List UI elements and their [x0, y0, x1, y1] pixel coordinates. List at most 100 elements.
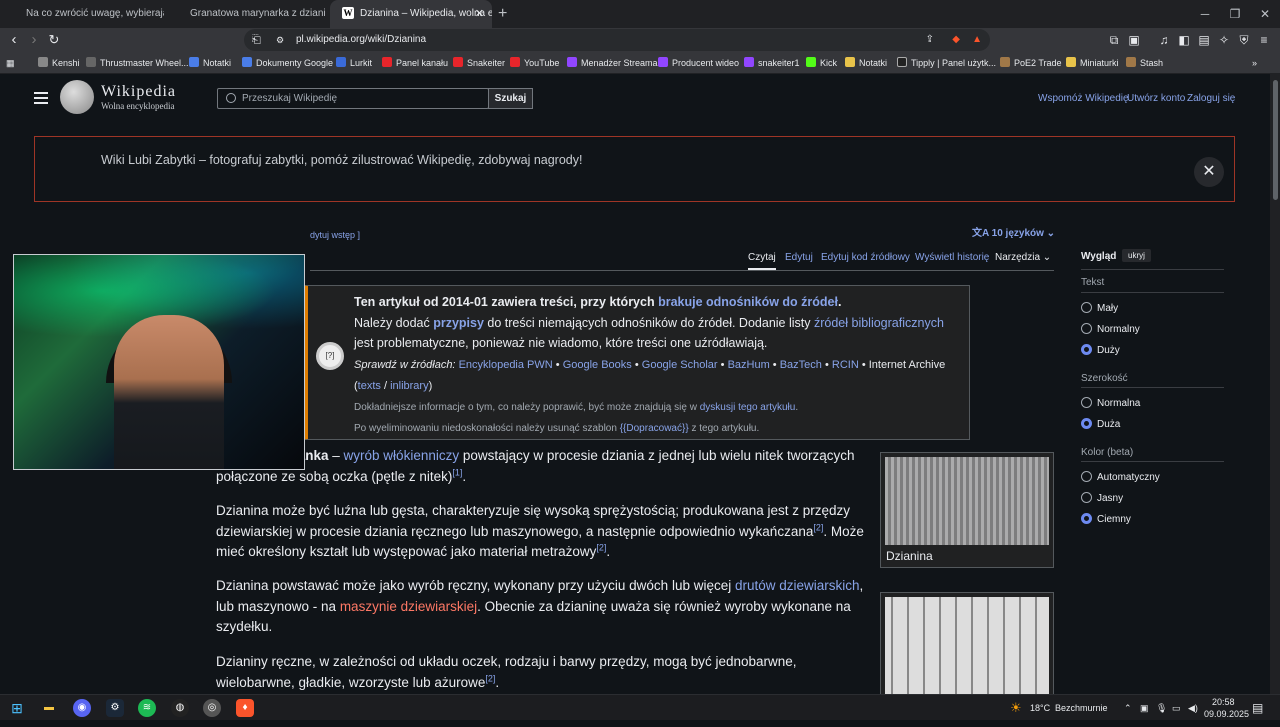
bibliography-link[interactable]: źródeł bibliograficznych [814, 316, 944, 330]
weather-icon[interactable]: ☀ [1010, 695, 1022, 721]
bookmark-item[interactable]: snakeiter1 [744, 52, 800, 74]
knit-stitch-diagram[interactable] [885, 597, 1049, 694]
tab-edit[interactable]: Edytuj [785, 252, 813, 263]
close-window-icon[interactable]: ✕ [1248, 0, 1280, 28]
bookmark-item[interactable]: Kick [806, 52, 837, 74]
radio-text-normal[interactable] [1081, 323, 1092, 334]
obs-icon[interactable]: ◍ [171, 699, 189, 717]
brave-rewards-icon[interactable]: ▲ [972, 29, 982, 51]
volume-icon[interactable]: ◀) [1188, 695, 1198, 721]
minimize-icon[interactable]: ─ [1188, 0, 1222, 28]
weather-desc[interactable]: Bezchmurnie [1055, 695, 1108, 721]
banner-text[interactable]: Wiki Lubi Zabytki – fotografuj zabytki, … [101, 153, 582, 167]
template-link[interactable]: {{Dopracować}} [620, 423, 689, 434]
sidebar-icon[interactable]: ◧ [1176, 32, 1192, 48]
source-link[interactable]: Google Scholar [642, 359, 718, 371]
bookmark-item[interactable]: Producent wideo [658, 52, 739, 74]
bookmark-item[interactable]: Kenshi [38, 52, 80, 74]
leo-icon[interactable]: ✧ [1216, 32, 1232, 48]
site-info-icon[interactable]: ⚙ [276, 29, 284, 51]
radio-text-large[interactable] [1081, 344, 1092, 355]
languages-button[interactable]: 文A 10 języków ⌄ [972, 224, 1055, 239]
source-link[interactable]: Encyklopedia PWN [459, 359, 553, 371]
reload-icon[interactable]: ↻ [44, 28, 64, 52]
brave-icon[interactable]: ♦ [236, 699, 254, 717]
radio-color-light[interactable] [1081, 492, 1092, 503]
wikipedia-logo[interactable] [60, 80, 94, 114]
talk-page-link[interactable]: dyskusji tego artykułu [700, 402, 796, 413]
menu-icon[interactable]: ≡ [1256, 32, 1272, 48]
redlink[interactable]: maszynie dziewiarskiej [340, 599, 477, 614]
bookmark-item[interactable]: Notatki [845, 52, 887, 74]
bookmark-item[interactable]: Lurkit [336, 52, 372, 74]
bookmark-item[interactable]: Menadżer Streama [567, 52, 658, 74]
source-link[interactable]: Google Books [563, 359, 632, 371]
inlibrary-link[interactable]: inlibrary [390, 380, 429, 392]
network-icon[interactable]: ▭ [1172, 695, 1181, 721]
infobox-image[interactable]: Dzianina [880, 452, 1054, 568]
steam-icon[interactable]: ⚙ [106, 699, 124, 717]
spotify-icon[interactable]: ≋ [138, 699, 156, 717]
new-tab-button[interactable]: + [498, 0, 507, 28]
search-input[interactable]: Przeszukaj Wikipedię [217, 88, 489, 109]
tab-edit-source[interactable]: Edytuj kod źródłowy [821, 252, 910, 263]
tab-history[interactable]: Wyświetl historię [915, 252, 989, 263]
bookmark-item[interactable]: Snakeiter [453, 52, 505, 74]
search-button[interactable]: Szukaj [488, 88, 533, 109]
create-account-link[interactable]: Utwórz konto [1127, 93, 1185, 104]
tab-read[interactable]: Czytaj [748, 252, 776, 270]
screenshot-icon[interactable]: ▣ [1126, 32, 1142, 48]
main-menu-icon[interactable] [34, 92, 48, 94]
address-bar[interactable]: ⎗ ⚙ pl.wikipedia.org/wiki/Dzianina ⇪ ◆ ▲ [244, 29, 990, 51]
radio-width-normal[interactable] [1081, 397, 1092, 408]
reference-link[interactable]: [2] [813, 522, 823, 532]
reference-link[interactable]: [2] [485, 673, 495, 683]
edit-intro-link[interactable]: dytuj wstęp ] [310, 230, 360, 240]
radio-color-auto[interactable] [1081, 471, 1092, 482]
maximize-icon[interactable]: ❐ [1218, 0, 1252, 28]
notifications-icon[interactable]: ▤ [1252, 695, 1263, 721]
browser-tab-2[interactable]: Granatowa marynarka z dzianiny 01 | [178, 0, 326, 28]
file-explorer-icon[interactable]: ▬ [40, 699, 58, 717]
site-title[interactable]: Wikipedia [101, 83, 176, 101]
more-bookmarks-icon[interactable]: » [1252, 52, 1257, 74]
add-footnotes-link[interactable]: przypisy [433, 316, 484, 330]
extensions-icon[interactable]: ⧉ [1106, 32, 1122, 48]
bookmark-item[interactable]: Thrustmaster Wheel... [86, 52, 189, 74]
forward-icon[interactable]: › [24, 28, 44, 52]
bookmark-item[interactable]: Stash [1126, 52, 1163, 74]
radio-text-small[interactable] [1081, 302, 1092, 313]
wallet-icon[interactable]: ▤ [1196, 32, 1212, 48]
source-link[interactable]: BazTech [780, 359, 822, 371]
bookmark-item[interactable]: Notatki [189, 52, 231, 74]
tools-menu[interactable]: Narzędzia ⌄ [995, 252, 1051, 263]
donate-link[interactable]: Wspomóż Wikipedię [1038, 93, 1129, 104]
media-icon[interactable]: ♫ [1156, 32, 1172, 48]
microphone-icon[interactable]: 🎙 [1156, 695, 1167, 721]
bookmark-icon[interactable]: ⎗ [252, 29, 261, 51]
brave-shield-icon[interactable]: ◆ [952, 29, 960, 51]
reference-link[interactable]: [1] [452, 467, 462, 477]
knit-fabric-photo[interactable] [885, 457, 1049, 545]
reference-link[interactable]: [2] [596, 543, 606, 553]
close-tab-icon[interactable]: ✕ [475, 0, 484, 28]
missing-sources-link[interactable]: brakuje odnośników do źródeł [658, 295, 838, 309]
bookmark-item[interactable]: Miniaturki [1066, 52, 1119, 74]
tray-overflow-icon[interactable]: ⌃ [1124, 695, 1132, 721]
start-icon[interactable]: ⊞ [8, 699, 26, 717]
bookmark-item[interactable]: Panel kanału [382, 52, 448, 74]
weather-temp[interactable]: 18°C [1030, 695, 1050, 721]
bookmark-item[interactable]: YouTube [510, 52, 559, 74]
bookmark-item[interactable]: PoE2 Trade [1000, 52, 1062, 74]
apps-icon[interactable]: ▦ [6, 52, 15, 74]
bookmark-item[interactable]: Tipply | Panel użytk... [897, 52, 996, 74]
share-icon[interactable]: ⇪ [926, 29, 934, 51]
source-link[interactable]: RCIN [832, 359, 859, 371]
source-link[interactable]: BazHum [728, 359, 770, 371]
app-icon[interactable]: ◎ [203, 699, 221, 717]
bookmark-item[interactable]: Dokumenty Google [242, 52, 333, 74]
login-link[interactable]: Zaloguj się [1187, 93, 1235, 104]
clock-date[interactable]: 09.09.2025 [1204, 701, 1249, 727]
close-banner-button[interactable]: ✕ [1194, 157, 1224, 187]
page-scrollbar[interactable] [1270, 74, 1280, 694]
